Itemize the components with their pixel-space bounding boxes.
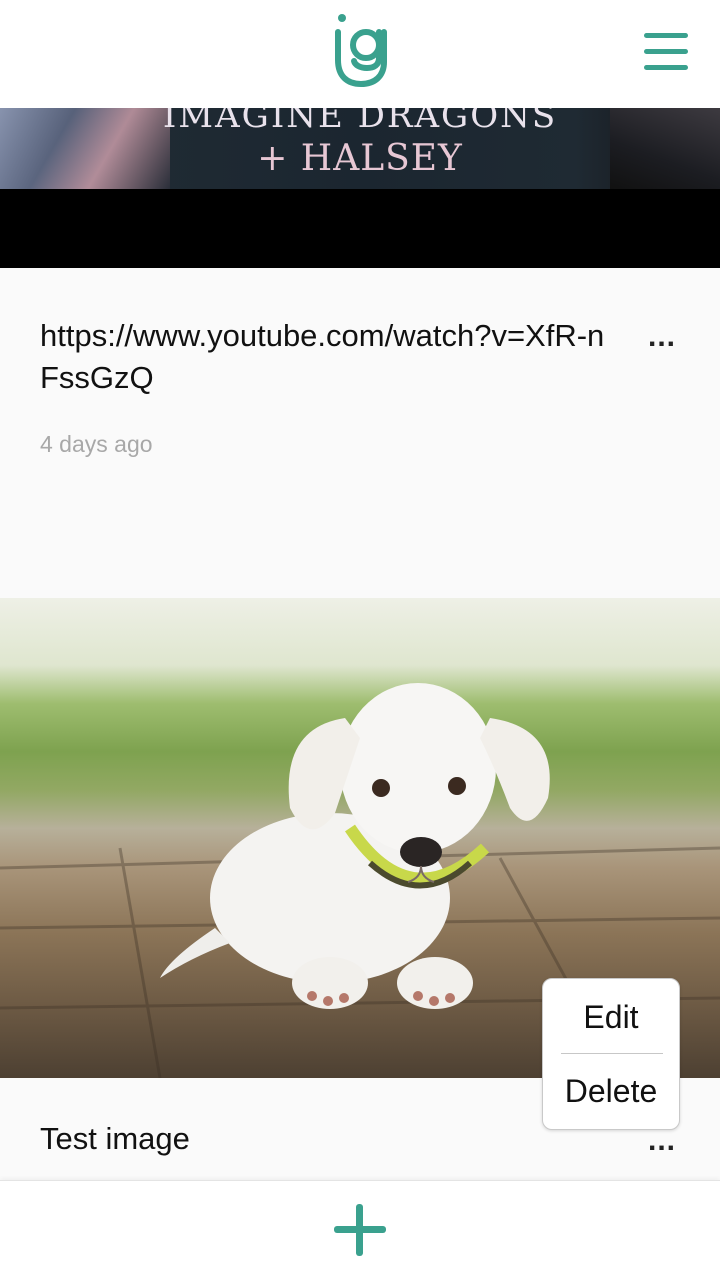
bottom-bar <box>0 1180 720 1280</box>
plus-icon[interactable] <box>334 1204 386 1256</box>
post-more-button[interactable]: ... <box>648 320 676 354</box>
edit-menu-item[interactable]: Edit <box>543 999 679 1036</box>
delete-menu-item[interactable]: Delete <box>543 1073 679 1110</box>
video-overlay-subtitle: + HALSEY <box>257 138 463 179</box>
app-header <box>0 0 720 108</box>
menu-bar-bottom <box>644 65 688 70</box>
post-context-menu: Edit Delete <box>542 978 680 1130</box>
video-thumbnail[interactable]: IMAGINE DRAGONS + HALSEY <box>0 108 720 268</box>
plus-icon-vertical <box>356 1204 363 1256</box>
post-card-video: https://www.youtube.com/watch?v=XfR-nFss… <box>0 268 720 598</box>
menu-bar-middle <box>644 49 688 54</box>
video-frame: IMAGINE DRAGONS + HALSEY <box>0 108 720 189</box>
post-link-text[interactable]: https://www.youtube.com/watch?v=XfR-nFss… <box>40 315 620 399</box>
menu-bar-top <box>644 33 688 38</box>
post-caption-text: Test image <box>40 1121 190 1156</box>
video-overlay-title: IMAGINE DRAGONS <box>162 108 558 136</box>
post-timestamp: 4 days ago <box>40 431 153 457</box>
menu-divider <box>561 1053 663 1054</box>
ig-logo-icon[interactable] <box>333 14 389 88</box>
hamburger-menu-icon[interactable] <box>640 30 690 78</box>
